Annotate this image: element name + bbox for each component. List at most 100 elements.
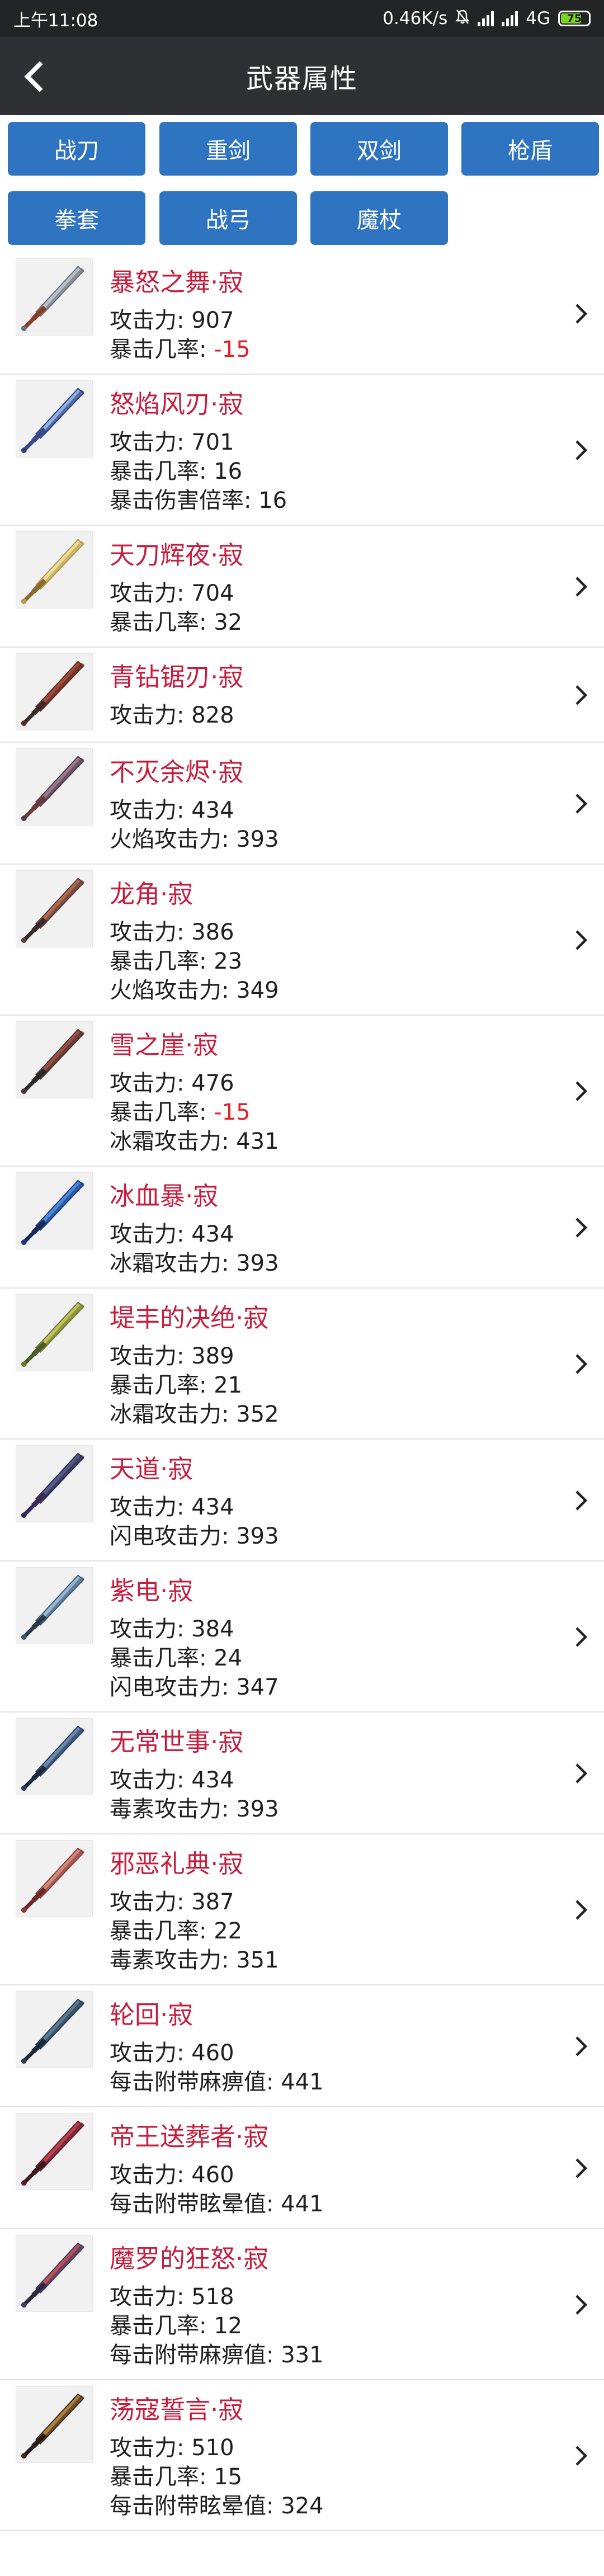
weapon-list-item[interactable]: 轮回·寂 攻击力: 460 每击附带麻痹值: 441 [0, 1985, 604, 2107]
stat-value: 23 [214, 949, 243, 974]
weapon-list-item[interactable]: 天道·寂 攻击力: 434 闪电攻击力: 393 [0, 1440, 604, 1561]
stat-value: 15 [214, 2464, 243, 2490]
weapon-stat: 暴击伤害倍率: 16 [110, 482, 287, 515]
weapon-name: 堤丰的决绝·寂 [110, 1303, 269, 1333]
stat-value: 347 [236, 1674, 279, 1700]
back-button[interactable] [15, 57, 54, 96]
weapon-stat: 每击附带麻痹值: 441 [110, 2064, 324, 2096]
weapon-thumbnail-blade [16, 2235, 93, 2312]
category-button[interactable]: 魔杖 [310, 191, 448, 245]
weapon-thumbnail-blade [16, 1445, 93, 1522]
weapon-list-item[interactable]: 青钻锯刃·寂 攻击力: 828 [0, 648, 604, 743]
stat-value: 352 [236, 1402, 279, 1427]
weapon-name: 天刀辉夜·寂 [110, 540, 244, 570]
weapon-name: 怒焰风刃·寂 [110, 389, 244, 419]
weapon-stat: 暴击几率: 32 [110, 604, 242, 636]
stat-value: 441 [281, 2069, 324, 2095]
chevron-right-icon [569, 1080, 592, 1102]
stat-label: 毒素攻击力: [110, 1947, 237, 1973]
stat-label: 攻击力: [110, 1494, 192, 1520]
chevron-right-icon [569, 929, 592, 951]
stat-label: 暴击几率: [110, 1918, 214, 1944]
status-bar: 上午11:08 0.46K/s 4G 75 [0, 0, 604, 37]
weapon-name: 魔罗的狂怒·寂 [110, 2244, 269, 2273]
stat-label: 暴击几率: [110, 459, 214, 484]
weapon-stat: 暴击几率: -15 [110, 1094, 251, 1126]
signal-icon [478, 11, 494, 26]
weapon-thumbnail-blade [16, 1567, 93, 1644]
category-button[interactable]: 战刀 [8, 122, 145, 176]
stat-value: 16 [258, 488, 287, 513]
weapon-stat: 冰霜攻击力: 352 [110, 1396, 279, 1428]
category-button[interactable]: 战弓 [159, 191, 297, 245]
category-button[interactable]: 枪盾 [461, 122, 599, 176]
weapon-list-item[interactable]: 帝王送葬者·寂 攻击力: 460 每击附带眩晕值: 441 [0, 2107, 604, 2229]
weapon-stat: 攻击力: 701 [110, 424, 234, 456]
stat-label: 暴击几率: [110, 1100, 214, 1125]
stat-value: 351 [236, 1947, 279, 1973]
weapon-list-item[interactable]: 不灭余烬·寂 攻击力: 434 火焰攻击力: 393 [0, 743, 604, 865]
status-net-speed: 0.46K/s [383, 8, 448, 29]
weapon-list-item[interactable]: 天刀辉夜·寂 攻击力: 704 暴击几率: 32 [0, 526, 604, 648]
stat-value: 907 [191, 308, 234, 333]
stat-label: 暴击几率: [110, 337, 214, 362]
weapon-stat: 冰霜攻击力: 431 [110, 1123, 279, 1155]
weapon-list-item[interactable]: 雪之崖·寂 攻击力: 476 暴击几率: -15 冰霜攻击力: 431 [0, 1016, 604, 1167]
chevron-right-icon [569, 1353, 592, 1375]
weapon-stat: 毒素攻击力: 393 [110, 1791, 279, 1823]
stat-label: 攻击力: [110, 2435, 192, 2461]
weapon-name: 荡寇誓言·寂 [110, 2395, 244, 2424]
title-bar: 武器属性 [0, 37, 604, 115]
weapon-thumbnail-blade [16, 1718, 93, 1795]
category-button[interactable]: 重剑 [159, 122, 297, 176]
stat-label: 攻击力: [110, 1889, 192, 1915]
category-button[interactable]: 拳套 [8, 191, 145, 245]
stat-label: 暴击几率: [110, 1645, 214, 1671]
weapon-thumbnail-blade [16, 380, 93, 457]
weapon-list-item[interactable]: 堤丰的决绝·寂 攻击力: 389 暴击几率: 21 冰霜攻击力: 352 [0, 1289, 604, 1440]
weapon-name: 无常世事·寂 [110, 1727, 244, 1757]
weapon-stat: 攻击力: 384 [110, 1611, 234, 1643]
stat-value: -15 [214, 1100, 251, 1125]
weapon-list-item[interactable]: 暴怒之舞·寂 攻击力: 907 暴击几率: -15 [0, 253, 604, 375]
weapon-name: 青钻锯刃·寂 [110, 662, 244, 692]
weapon-stat: 闪电攻击力: 393 [110, 1518, 279, 1550]
stat-value: 431 [236, 1129, 279, 1154]
weapon-list-item[interactable]: 无常世事·寂 攻击力: 434 毒素攻击力: 393 [0, 1712, 604, 1834]
page-title: 武器属性 [246, 63, 358, 95]
stat-label: 暴击几率: [110, 2464, 214, 2490]
stat-value: 384 [191, 1616, 234, 1642]
weapon-thumbnail-blade [16, 1172, 93, 1249]
signal-icon-2 [502, 11, 518, 26]
stat-value: 434 [191, 798, 234, 823]
stat-label: 攻击力: [110, 2040, 192, 2066]
chevron-right-icon [569, 1762, 592, 1785]
stat-label: 暴击几率: [110, 610, 214, 635]
stat-value: 24 [214, 1645, 243, 1671]
stat-value: 434 [191, 1767, 234, 1793]
weapon-list-item[interactable]: 紫电·寂 攻击力: 384 暴击几率: 24 闪电攻击力: 347 [0, 1561, 604, 1712]
stat-label: 毒素攻击力: [110, 1796, 237, 1822]
stat-value: 434 [191, 1494, 234, 1520]
weapon-list-item[interactable]: 怒焰风刃·寂 攻击力: 701 暴击几率: 16 暴击伤害倍率: 16 [0, 375, 604, 526]
weapon-list-item[interactable]: 冰血暴·寂 攻击力: 434 冰霜攻击力: 393 [0, 1167, 604, 1289]
weapon-stat: 暴击几率: 24 [110, 1640, 242, 1672]
weapon-list-item[interactable]: 魔罗的狂怒·寂 攻击力: 518 暴击几率: 12 每击附带麻痹值: 331 [0, 2229, 604, 2380]
chevron-right-icon [569, 2035, 592, 2058]
weapon-stat: 攻击力: 434 [110, 1489, 234, 1521]
weapon-stat: 攻击力: 518 [110, 2278, 234, 2311]
stat-label: 攻击力: [110, 581, 192, 606]
weapon-stat: 暴击几率: 23 [110, 943, 242, 975]
stat-label: 每击附带麻痹值: [110, 2069, 281, 2095]
weapon-stat: 每击附带眩晕值: 324 [110, 2488, 324, 2520]
stat-value: 387 [191, 1889, 234, 1915]
category-button[interactable]: 双剑 [310, 122, 448, 176]
weapon-list-item[interactable]: 龙角·寂 攻击力: 386 暴击几率: 23 火焰攻击力: 349 [0, 865, 604, 1016]
chevron-right-icon [569, 2445, 592, 2467]
weapon-list-item[interactable]: 荡寇誓言·寂 攻击力: 510 暴击几率: 15 每击附带眩晕值: 324 [0, 2380, 604, 2531]
stat-value: 22 [214, 1918, 243, 1944]
chevron-right-icon [569, 575, 592, 598]
weapon-name: 帝王送葬者·寂 [110, 2122, 269, 2152]
weapon-list-item[interactable]: 邪恶礼典·寂 攻击力: 387 暴击几率: 22 毒素攻击力: 351 [0, 1834, 604, 1985]
stat-label: 冰霜攻击力: [110, 1129, 237, 1154]
